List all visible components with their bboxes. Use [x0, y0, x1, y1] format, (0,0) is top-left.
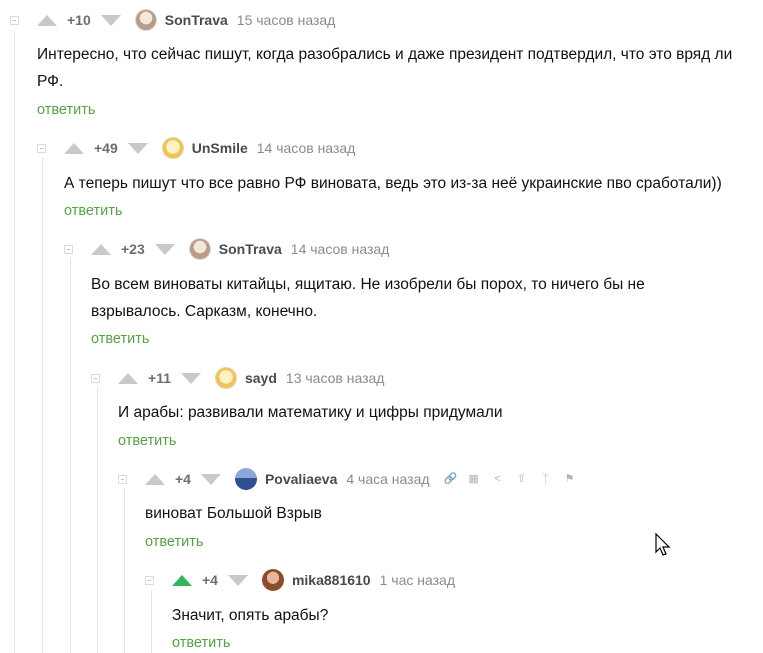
comment-header: +11 sayd 13 часов назад [118, 366, 384, 390]
comment-rating: +11 [148, 370, 171, 386]
collapse-toggle[interactable] [37, 144, 46, 153]
comment-time[interactable]: 14 часов назад [291, 241, 390, 257]
collapse-toggle[interactable] [64, 245, 73, 254]
up-icon[interactable]: ⇧ [516, 473, 528, 485]
comment-header: +4 mika881610 1 час назад [172, 568, 455, 592]
reply-link[interactable]: ответить [37, 102, 95, 118]
branch-icon[interactable]: ᛉ [540, 473, 552, 485]
comment-author[interactable]: UnSmile [192, 140, 248, 156]
comment-text: Во всем виноваты китайцы, ящитаю. Не изо… [91, 276, 645, 320]
comment-header: +23 SonTrava 14 часов назад [91, 237, 389, 261]
flag-icon[interactable]: ⚑ [564, 473, 576, 485]
comment-rating: +4 [175, 471, 191, 487]
thread-line [151, 590, 152, 653]
downvote-icon[interactable] [227, 574, 248, 586]
comment-time[interactable]: 4 часа назад [346, 471, 429, 487]
avatar[interactable] [134, 9, 157, 31]
reply-link[interactable]: ответить [118, 433, 176, 449]
comment-rating: +49 [94, 140, 118, 156]
avatar[interactable] [261, 569, 284, 591]
thread-line [124, 488, 125, 653]
comment-header: +10 SonTrava 15 часов назад [37, 8, 335, 32]
upvote-icon[interactable] [91, 243, 111, 255]
reply-link[interactable]: ответить [91, 331, 149, 347]
thread-line [70, 258, 71, 653]
comment-time[interactable]: 13 часов назад [286, 370, 385, 386]
collapse-toggle[interactable] [91, 374, 100, 383]
comment-text: Значит, опять арабы? [172, 607, 329, 624]
comment-text: Интересно, что сейчас пишут, когда разоб… [37, 46, 733, 90]
comment-time[interactable]: 15 часов назад [237, 12, 336, 28]
comment-text: А теперь пишут что все равно РФ виновата… [64, 175, 722, 192]
upvote-icon[interactable] [118, 372, 138, 384]
collapse-toggle[interactable] [10, 16, 19, 25]
comment-rating: +23 [121, 241, 145, 257]
save-icon[interactable]: ▦ [468, 473, 480, 485]
comment-rating: +4 [202, 572, 218, 588]
reply-link[interactable]: ответить [64, 203, 122, 219]
comment-author[interactable]: Povaliaeva [265, 471, 337, 487]
thread-line [97, 387, 98, 653]
downvote-icon[interactable] [154, 243, 175, 255]
comment-author[interactable]: SonTrava [165, 12, 228, 28]
upvote-icon[interactable] [172, 574, 192, 586]
downvote-icon[interactable] [200, 473, 221, 485]
downvote-icon[interactable] [180, 372, 201, 384]
comment-time[interactable]: 14 часов назад [257, 140, 356, 156]
comment-author[interactable]: SonTrava [219, 241, 282, 257]
upvote-icon[interactable] [64, 142, 84, 154]
avatar[interactable] [161, 137, 184, 159]
thread-line [42, 157, 43, 653]
avatar[interactable] [214, 367, 237, 389]
comment-time[interactable]: 1 час назад [380, 572, 455, 588]
comment-tools: 🔗 ▦ < ⇧ ᛉ ⚑ [444, 473, 588, 485]
reply-link[interactable]: ответить [172, 635, 230, 651]
avatar[interactable] [234, 468, 257, 490]
mouse-cursor-icon [655, 533, 671, 556]
comment-rating: +10 [67, 12, 91, 28]
comment-header: +49 UnSmile 14 часов назад [64, 136, 355, 160]
thread-line [14, 30, 15, 653]
collapse-toggle[interactable] [118, 475, 127, 484]
link-icon[interactable]: 🔗 [444, 473, 458, 485]
upvote-icon[interactable] [145, 473, 165, 485]
comment-text: И арабы: развивали математику и цифры пр… [118, 404, 503, 421]
share-icon[interactable]: < [492, 473, 504, 485]
comment-author[interactable]: mika881610 [292, 572, 371, 588]
reply-link[interactable]: ответить [145, 534, 203, 550]
avatar[interactable] [188, 238, 211, 260]
collapse-toggle[interactable] [145, 576, 154, 585]
downvote-icon[interactable] [127, 142, 148, 154]
downvote-icon[interactable] [100, 14, 121, 26]
comment-text: виноват Большой Взрыв [145, 505, 322, 522]
comment-author[interactable]: sayd [245, 370, 277, 386]
upvote-icon[interactable] [37, 14, 57, 26]
comment-header: +4 Povaliaeva 4 часа назад 🔗 ▦ < ⇧ ᛉ ⚑ [145, 467, 588, 491]
